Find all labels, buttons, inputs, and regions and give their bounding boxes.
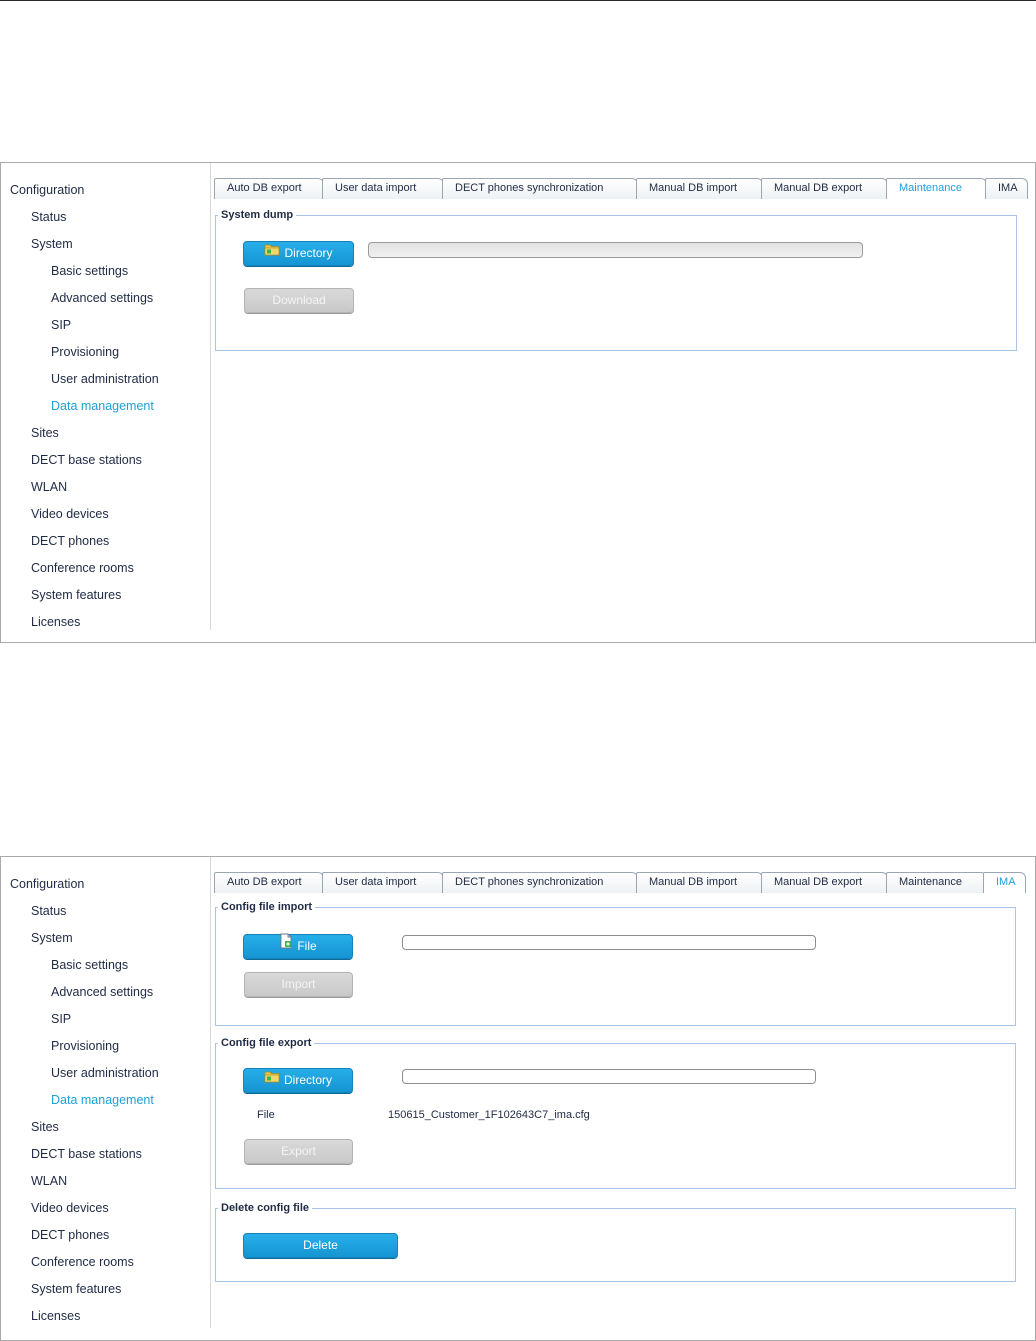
tab-manual-db-export[interactable]: Manual DB export bbox=[761, 178, 888, 199]
file-button[interactable]: File bbox=[243, 933, 353, 959]
nav-user-administration[interactable]: User administration bbox=[51, 1066, 159, 1080]
ima-screen: Configuration Status System Basic settin… bbox=[0, 856, 1036, 1341]
nav-provisioning[interactable]: Provisioning bbox=[51, 1039, 119, 1053]
nav-licenses[interactable]: Licenses bbox=[31, 1309, 80, 1323]
nav-status[interactable]: Status bbox=[31, 904, 66, 918]
tab-bar: Auto DB export User data import DECT pho… bbox=[213, 872, 1035, 893]
nav-provisioning[interactable]: Provisioning bbox=[51, 345, 119, 359]
nav-system-features[interactable]: System features bbox=[31, 1282, 121, 1296]
nav-sip[interactable]: SIP bbox=[51, 318, 71, 332]
nav-sip[interactable]: SIP bbox=[51, 1012, 71, 1026]
nav-conference-rooms[interactable]: Conference rooms bbox=[31, 1255, 134, 1269]
file-add-icon bbox=[279, 933, 293, 957]
import-button[interactable]: Import bbox=[244, 972, 353, 997]
file-button-label: File bbox=[297, 939, 317, 953]
export-directory-path-field bbox=[402, 1069, 816, 1084]
top-rule bbox=[0, 0, 1036, 1]
tab-manual-db-export[interactable]: Manual DB export bbox=[761, 872, 888, 893]
tab-ima[interactable]: IMA bbox=[985, 178, 1028, 199]
directory-button[interactable]: Directory bbox=[243, 1068, 353, 1093]
nav-wlan[interactable]: WLAN bbox=[31, 1174, 67, 1188]
config-export-legend: Config file export bbox=[221, 1037, 312, 1049]
folder-icon bbox=[264, 241, 280, 264]
nav-dect-phones[interactable]: DECT phones bbox=[31, 534, 109, 548]
nav-configuration[interactable]: Configuration bbox=[10, 877, 84, 891]
nav-basic-settings[interactable]: Basic settings bbox=[51, 958, 128, 972]
nav-data-management[interactable]: Data management bbox=[51, 399, 154, 413]
nav-wlan[interactable]: WLAN bbox=[31, 480, 67, 494]
tab-maintenance[interactable]: Maintenance bbox=[886, 872, 987, 893]
config-import-legend: Config file import bbox=[221, 901, 313, 913]
tab-bar: Auto DB export User data import DECT pho… bbox=[213, 178, 1035, 199]
directory-button[interactable]: Directory bbox=[243, 241, 354, 266]
nav-sites[interactable]: Sites bbox=[31, 1120, 59, 1134]
main-content: Auto DB export User data import DECT pho… bbox=[213, 163, 1035, 642]
nav-data-management[interactable]: Data management bbox=[51, 1093, 154, 1107]
nav-basic-settings[interactable]: Basic settings bbox=[51, 264, 128, 278]
sidebar-nav: Configuration Status System Basic settin… bbox=[1, 857, 211, 1328]
delete-button[interactable]: Delete bbox=[243, 1233, 398, 1258]
tab-dect-phones-synchronization[interactable]: DECT phones synchronization bbox=[442, 872, 638, 893]
nav-system-features[interactable]: System features bbox=[31, 588, 121, 602]
nav-dect-base-stations[interactable]: DECT base stations bbox=[31, 453, 142, 467]
config-export-group: Config file export bbox=[215, 1037, 1016, 1189]
folder-icon bbox=[264, 1068, 280, 1091]
tab-user-data-import[interactable]: User data import bbox=[322, 178, 444, 199]
tab-dect-phones-synchronization[interactable]: DECT phones synchronization bbox=[442, 178, 638, 199]
export-button[interactable]: Export bbox=[244, 1139, 353, 1164]
nav-advanced-settings[interactable]: Advanced settings bbox=[51, 985, 153, 999]
nav-licenses[interactable]: Licenses bbox=[31, 615, 80, 629]
nav-user-administration[interactable]: User administration bbox=[51, 372, 159, 386]
export-file-label: File bbox=[257, 1109, 275, 1121]
nav-sites[interactable]: Sites bbox=[31, 426, 59, 440]
sidebar-nav: Configuration Status System Basic settin… bbox=[1, 163, 211, 630]
tab-auto-db-export[interactable]: Auto DB export bbox=[214, 872, 324, 893]
maintenance-screen: Configuration Status System Basic settin… bbox=[0, 162, 1036, 643]
nav-conference-rooms[interactable]: Conference rooms bbox=[31, 561, 134, 575]
tab-ima[interactable]: IMA bbox=[983, 872, 1026, 893]
nav-configuration[interactable]: Configuration bbox=[10, 183, 84, 197]
nav-system[interactable]: System bbox=[31, 237, 73, 251]
tab-manual-db-import[interactable]: Manual DB import bbox=[636, 178, 763, 199]
nav-status[interactable]: Status bbox=[31, 210, 66, 224]
main-content: Auto DB export User data import DECT pho… bbox=[213, 857, 1035, 1340]
nav-dect-base-stations[interactable]: DECT base stations bbox=[31, 1147, 142, 1161]
export-file-name: 150615_Customer_1F102643C7_ima.cfg bbox=[388, 1109, 590, 1121]
nav-system[interactable]: System bbox=[31, 931, 73, 945]
nav-advanced-settings[interactable]: Advanced settings bbox=[51, 291, 153, 305]
tab-auto-db-export[interactable]: Auto DB export bbox=[214, 178, 324, 199]
directory-button-label: Directory bbox=[284, 246, 333, 260]
nav-video-devices[interactable]: Video devices bbox=[31, 1201, 109, 1215]
nav-dect-phones[interactable]: DECT phones bbox=[31, 1228, 109, 1242]
config-import-group: Config file import bbox=[215, 901, 1016, 1026]
system-dump-legend: System dump bbox=[221, 209, 294, 221]
delete-config-legend: Delete config file bbox=[221, 1202, 310, 1214]
import-file-path-field bbox=[402, 935, 816, 950]
directory-path-field bbox=[368, 242, 863, 258]
tab-manual-db-import[interactable]: Manual DB import bbox=[636, 872, 763, 893]
download-button[interactable]: Download bbox=[244, 288, 354, 313]
system-dump-group: System dump bbox=[215, 209, 1017, 351]
directory-button-label: Directory bbox=[283, 1073, 332, 1087]
nav-video-devices[interactable]: Video devices bbox=[31, 507, 109, 521]
tab-user-data-import[interactable]: User data import bbox=[322, 872, 444, 893]
tab-maintenance[interactable]: Maintenance bbox=[886, 178, 987, 199]
